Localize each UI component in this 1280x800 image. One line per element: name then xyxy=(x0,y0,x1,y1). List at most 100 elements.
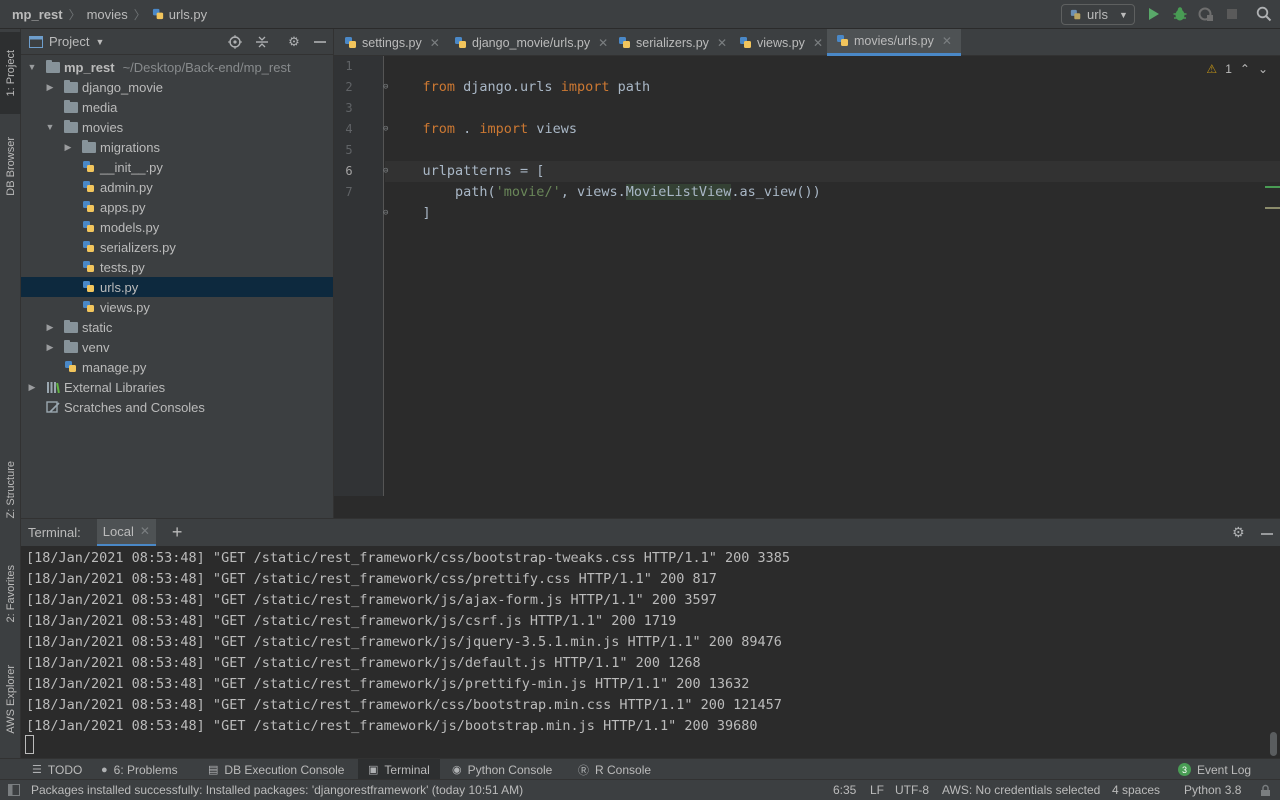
close-icon[interactable]: ✕ xyxy=(813,36,823,50)
tree-item-file[interactable]: manage.py xyxy=(21,357,333,377)
run-configuration-select[interactable]: urls ▼ xyxy=(1061,4,1135,25)
chevron-right-icon[interactable]: ▶ xyxy=(27,382,37,393)
editor-tab-views[interactable]: views.py ✕ xyxy=(739,29,823,56)
tree-item-root[interactable]: ▼ mp_rest ~/Desktop/Back-end/mp_rest xyxy=(21,57,333,77)
project-panel-title[interactable]: Project xyxy=(49,34,89,49)
terminal-line: [18/Jan/2021 08:53:48] "GET /static/rest… xyxy=(26,718,758,734)
tab-structure[interactable]: Z: Structure xyxy=(0,445,21,535)
minimize-icon[interactable] xyxy=(1261,528,1273,540)
layout-icon[interactable] xyxy=(8,784,20,796)
tree-item-file[interactable]: serializers.py xyxy=(21,237,333,257)
tool-db-execution-console[interactable]: ▤ DB Execution Console xyxy=(202,759,350,780)
minimize-icon[interactable] xyxy=(312,34,328,50)
breadcrumb-project[interactable]: mp_rest xyxy=(0,0,63,29)
caret-down-icon[interactable]: ▼ xyxy=(95,37,104,47)
python-file-icon xyxy=(83,201,94,212)
breadcrumb-folder[interactable]: movies xyxy=(81,0,128,29)
tool-problems[interactable]: ● 6: Problems xyxy=(95,759,184,780)
tree-item-file[interactable]: models.py xyxy=(21,217,333,237)
indent-setting[interactable]: 4 spaces xyxy=(1112,783,1160,797)
code-editor[interactable]: ⊖ from django.urls import path ⊖ from . im… xyxy=(383,56,1280,496)
editor-tab-serializers[interactable]: serializers.py ✕ xyxy=(618,29,727,56)
tree-item-scratches[interactable]: Scratches and Consoles xyxy=(21,397,333,417)
search-icon[interactable] xyxy=(1256,6,1272,22)
terminal-icon: ▣ xyxy=(368,764,379,776)
profile-icon[interactable] xyxy=(1198,6,1214,22)
editor-tab-django-urls[interactable]: django_movie/urls.py ✕ xyxy=(454,29,608,56)
locate-icon[interactable] xyxy=(227,34,243,50)
chevron-down-icon[interactable]: ⌄ xyxy=(1258,62,1268,76)
tree-item-file[interactable]: __init__.py xyxy=(21,157,333,177)
project-tree: ▼ mp_rest ~/Desktop/Back-end/mp_rest ▶ dj… xyxy=(21,55,333,417)
tree-item-file[interactable]: views.py xyxy=(21,297,333,317)
tab-project[interactable]: 1: Project xyxy=(0,32,21,114)
gear-icon[interactable]: ⚙ xyxy=(286,34,302,50)
chevron-up-icon[interactable]: ⌃ xyxy=(1240,62,1250,76)
terminal-scrollbar[interactable] xyxy=(1270,732,1277,756)
tool-terminal[interactable]: ▣ Terminal xyxy=(358,759,440,780)
gear-icon[interactable]: ⚙ xyxy=(1232,524,1245,541)
tool-todo[interactable]: ☰ TODO xyxy=(26,759,88,780)
run-icon[interactable] xyxy=(1146,6,1162,22)
tree-item-folder[interactable]: ▶ static xyxy=(21,317,333,337)
tab-aws-explorer[interactable]: AWS Explorer xyxy=(0,651,21,747)
tab-favorites[interactable]: 2: Favorites xyxy=(0,549,21,639)
lock-icon[interactable] xyxy=(1259,784,1272,797)
left-tool-stripe: 1: Project DB Browser Z: Structure 2: Fa… xyxy=(0,29,21,758)
status-message[interactable]: Packages installed successfully: Install… xyxy=(31,783,523,797)
tool-python-console[interactable]: ◉ Python Console xyxy=(446,759,558,780)
chevron-down-icon[interactable]: ▼ xyxy=(45,122,55,132)
chevron-right-icon[interactable]: ▶ xyxy=(45,342,55,353)
fold-marker-icon[interactable]: ⊖ xyxy=(383,119,388,140)
inspection-widget[interactable]: ⚠ 1 ⌃ ⌄ xyxy=(1206,62,1268,76)
line-number: 3 xyxy=(345,101,353,115)
tree-item-file-selected[interactable]: urls.py xyxy=(21,277,333,297)
tree-item-folder[interactable]: ▶ django_movie xyxy=(21,77,333,97)
terminal-output[interactable]: [18/Jan/2021 08:53:48] "GET /static/rest… xyxy=(21,546,1280,758)
fold-marker-icon[interactable]: ⊖ xyxy=(383,161,388,182)
caret-position[interactable]: 6:35 xyxy=(833,783,856,797)
tree-item-file[interactable]: tests.py xyxy=(21,257,333,277)
tree-item-folder[interactable]: media xyxy=(21,97,333,117)
tool-r-console[interactable]: Ⓡ R Console xyxy=(572,759,657,780)
chevron-right-icon[interactable]: ▶ xyxy=(63,142,73,153)
python-interpreter[interactable]: Python 3.8 xyxy=(1184,783,1241,797)
close-icon[interactable]: ✕ xyxy=(598,36,608,50)
stop-icon[interactable] xyxy=(1224,6,1240,22)
chevron-right-icon[interactable]: ▶ xyxy=(45,322,55,333)
close-icon[interactable]: ✕ xyxy=(430,36,440,50)
chevron-right-icon: 〉 xyxy=(68,7,81,22)
tree-item-label: admin.py xyxy=(100,179,153,195)
tree-item-folder[interactable]: ▼ movies xyxy=(21,117,333,137)
tree-item-external-libraries[interactable]: ▶ External Libraries xyxy=(21,377,333,397)
tree-item-folder[interactable]: ▶ venv xyxy=(21,337,333,357)
tree-item-file[interactable]: apps.py xyxy=(21,197,333,217)
terminal-line: [18/Jan/2021 08:53:48] "GET /static/rest… xyxy=(26,676,750,692)
root-path: ~/Desktop/Back-end/mp_rest xyxy=(122,59,291,75)
tree-item-file[interactable]: admin.py xyxy=(21,177,333,197)
tree-item-folder[interactable]: ▶ migrations xyxy=(21,137,333,157)
line-separator[interactable]: LF xyxy=(870,783,884,797)
tree-item-label: django_movie xyxy=(82,79,163,95)
tool-event-log[interactable]: 3 Event Log xyxy=(1172,759,1257,780)
file-encoding[interactable]: UTF-8 xyxy=(895,783,929,797)
problems-icon: ● xyxy=(101,763,108,776)
aws-credentials[interactable]: AWS: No credentials selected xyxy=(942,783,1100,797)
debug-icon[interactable] xyxy=(1172,6,1188,22)
editor-tab-movies-urls[interactable]: movies/urls.py ✕ xyxy=(827,29,961,56)
chevron-right-icon[interactable]: ▶ xyxy=(45,82,55,93)
tab-db-browser[interactable]: DB Browser xyxy=(0,121,21,211)
collapse-all-icon[interactable] xyxy=(254,34,270,50)
chevron-down-icon[interactable]: ▼ xyxy=(27,62,37,72)
add-terminal-icon[interactable]: + xyxy=(172,522,183,543)
close-icon[interactable]: ✕ xyxy=(717,36,727,50)
terminal-tab-local[interactable]: Local ✕ xyxy=(96,518,156,547)
breadcrumb-file[interactable]: urls.py xyxy=(146,0,207,29)
close-icon[interactable]: ✕ xyxy=(942,34,952,48)
close-icon[interactable]: ✕ xyxy=(140,524,150,538)
run-configuration-label: urls xyxy=(1087,7,1108,22)
editor-tab-settings[interactable]: settings.py ✕ xyxy=(344,29,440,56)
fold-marker-icon[interactable]: ⊖ xyxy=(383,77,388,98)
editor-tab-label: serializers.py xyxy=(636,35,709,50)
fold-marker-icon[interactable]: ⊖ xyxy=(383,203,388,224)
